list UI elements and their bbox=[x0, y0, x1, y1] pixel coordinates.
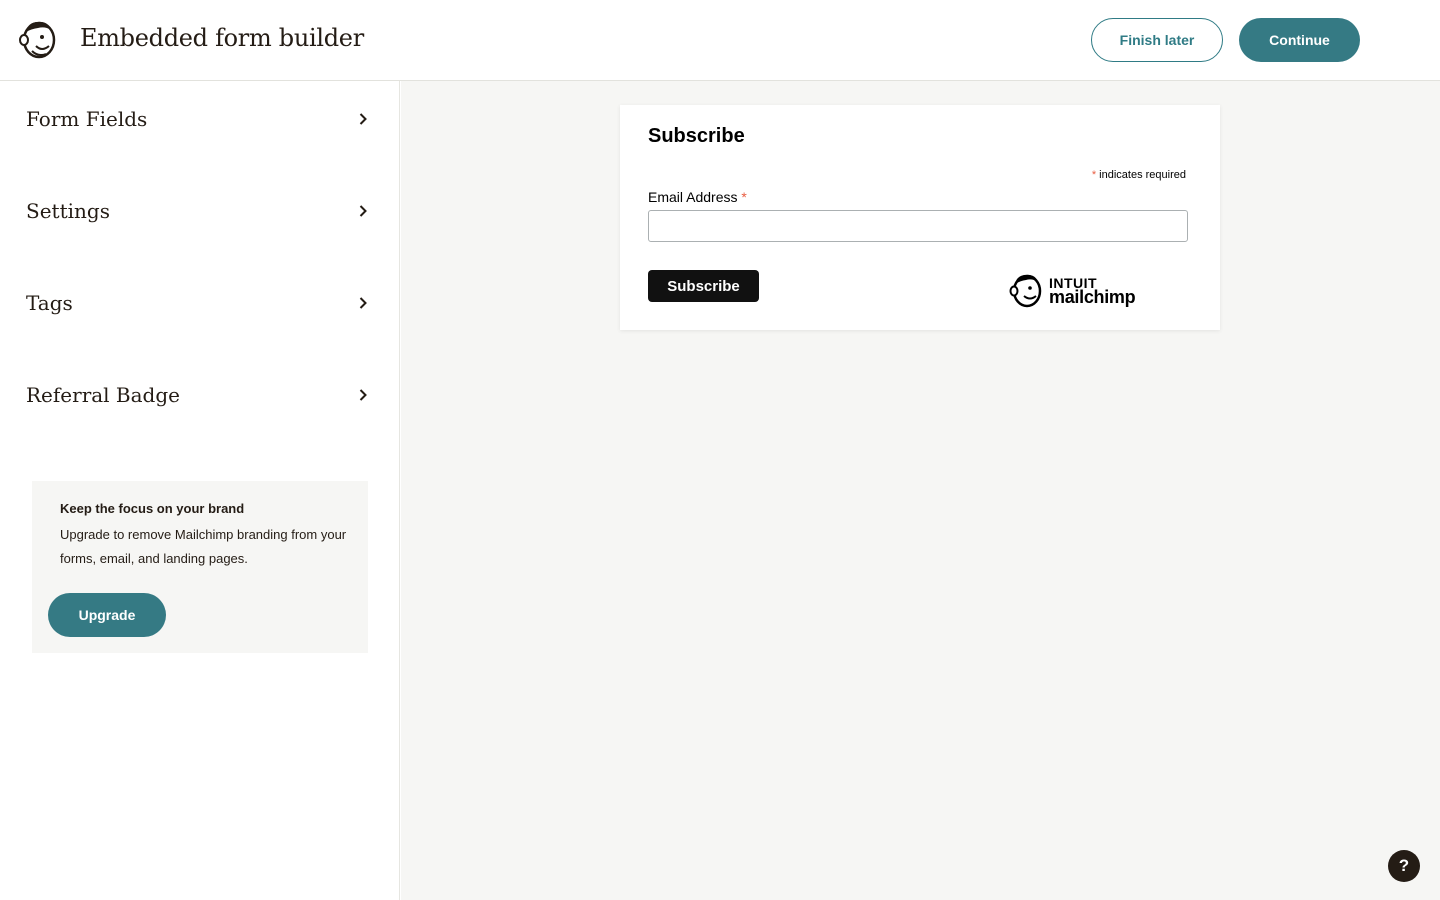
intuit-mailchimp-badge[interactable]: INTUIT mailchimp bbox=[1008, 271, 1148, 311]
chevron-right-icon bbox=[355, 295, 371, 311]
finish-later-button[interactable]: Finish later bbox=[1091, 18, 1223, 62]
continue-button[interactable]: Continue bbox=[1239, 18, 1360, 62]
upgrade-promo-card: Keep the focus on your brand Upgrade to … bbox=[32, 481, 368, 653]
page-title: Embedded form builder bbox=[80, 24, 364, 52]
top-header: Embedded form builder Finish later Conti… bbox=[0, 0, 1440, 81]
sidebar-item-tags[interactable]: Tags bbox=[0, 273, 400, 333]
sidebar-item-label: Settings bbox=[26, 199, 110, 223]
form-title: Subscribe bbox=[648, 125, 745, 147]
required-note: * indicates required bbox=[1092, 169, 1186, 181]
chevron-right-icon bbox=[355, 111, 371, 127]
form-preview-canvas: Subscribe * indicates required Email Add… bbox=[401, 81, 1440, 900]
sidebar-item-settings[interactable]: Settings bbox=[0, 181, 400, 241]
chevron-right-icon bbox=[355, 203, 371, 219]
required-note-text: indicates required bbox=[1099, 169, 1186, 181]
sidebar-item-label: Referral Badge bbox=[26, 383, 180, 407]
mailchimp-logo-icon[interactable] bbox=[18, 18, 58, 60]
subscribe-button[interactable]: Subscribe bbox=[648, 270, 759, 302]
email-required-star: * bbox=[741, 189, 747, 205]
brand-mailchimp-text: mailchimp bbox=[1049, 287, 1136, 307]
chevron-right-icon bbox=[355, 387, 371, 403]
email-field[interactable] bbox=[648, 210, 1188, 242]
promo-title: Keep the focus on your brand bbox=[60, 501, 245, 516]
sidebar-item-referral-badge[interactable]: Referral Badge bbox=[0, 365, 400, 425]
required-star: * bbox=[1091, 169, 1097, 181]
mailchimp-freddie-icon bbox=[1008, 271, 1044, 309]
promo-description: Upgrade to remove Mailchimp branding fro… bbox=[60, 527, 347, 566]
upgrade-button[interactable]: Upgrade bbox=[48, 593, 166, 637]
sidebar-item-form-fields[interactable]: Form Fields bbox=[0, 89, 400, 149]
email-label: Email Address * bbox=[648, 189, 747, 205]
help-button[interactable]: ? bbox=[1388, 850, 1420, 882]
sidebar-item-label: Form Fields bbox=[26, 107, 148, 131]
sidebar-item-label: Tags bbox=[26, 291, 73, 315]
sidebar: Form Fields Settings Tags Referral Badge… bbox=[0, 81, 400, 900]
email-label-text: Email Address bbox=[648, 189, 738, 205]
subscribe-form-preview: Subscribe * indicates required Email Add… bbox=[620, 105, 1220, 330]
